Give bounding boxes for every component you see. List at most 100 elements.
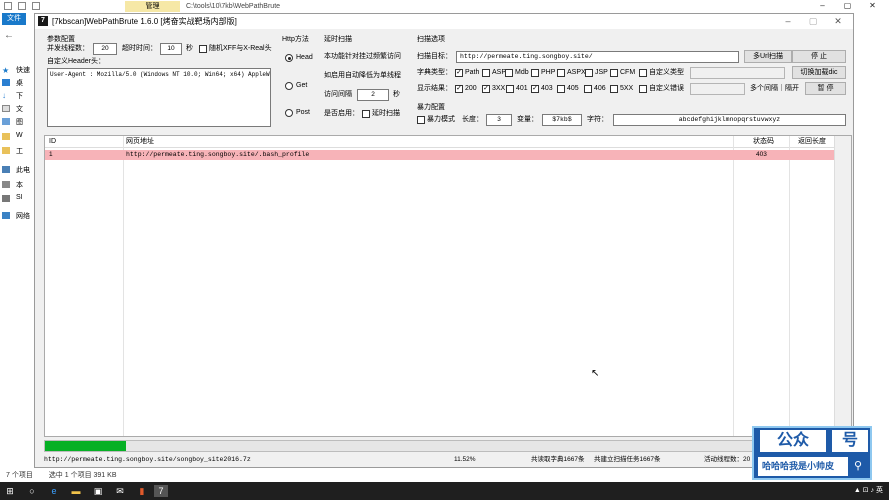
result-types-checkbox-0[interactable]	[455, 85, 463, 93]
store-icon[interactable]: ▣	[92, 485, 104, 497]
watermark-bottom: 哈哈哈我是小帅皮 ⚲	[758, 457, 868, 476]
app-icon: 7	[38, 16, 48, 26]
mouse-cursor-icon: ↖	[591, 368, 600, 379]
star-icon: ★	[2, 66, 10, 75]
pause-button[interactable]: 暂 停	[805, 82, 846, 95]
result-types-checkbox-3[interactable]	[531, 85, 539, 93]
dict-types-label-5: JSP	[595, 69, 608, 76]
dict-types-checkbox-4[interactable]	[557, 69, 565, 77]
watermark-top: 公众 号	[760, 430, 868, 452]
target-input[interactable]: http://permeate.ting.songboy.site/	[456, 51, 739, 63]
brute-mode-checkbox[interactable]	[417, 116, 425, 124]
stop-button[interactable]: 停 止	[792, 50, 846, 63]
dict-types-checkbox-7[interactable]	[639, 69, 647, 77]
column-status[interactable]: 状态码	[753, 137, 774, 147]
maximize-icon[interactable]: ▢	[835, 0, 860, 12]
random-xff-label: 随机XFF与X-Real头	[209, 45, 272, 52]
result-types-label-6: 5XX	[620, 85, 634, 92]
table-row[interactable]: 1 http://permeate.ting.songboy.site/.bas…	[45, 150, 834, 160]
file-tab[interactable]: 文件	[2, 13, 26, 25]
params-group-label: 参数配置	[47, 36, 75, 43]
pictures-icon	[2, 118, 10, 125]
result-types-label-2: 401	[516, 85, 528, 92]
result-types-label-1: 3XX	[492, 85, 506, 92]
method-get-label: Get	[296, 82, 308, 89]
folder-icon[interactable]: ▬	[70, 485, 82, 497]
app-icon[interactable]: ▮	[136, 485, 148, 497]
variable-input[interactable]: $7kb$	[542, 114, 582, 126]
wechat-watermark: 公众 号 哈哈哈我是小帅皮 ⚲	[752, 426, 872, 480]
charset-input[interactable]: abcdefghijklmnopqrstuvwxyz	[613, 114, 846, 126]
result-types-checkbox-5[interactable]	[584, 85, 592, 93]
result-types-checkbox-7[interactable]	[639, 85, 647, 93]
dict-types-checkbox-5[interactable]	[585, 69, 593, 77]
download-icon: ↓	[2, 91, 6, 100]
header-textarea[interactable]: User-Agent : Mozilla/5.0 (Windows NT 10.…	[47, 68, 271, 127]
switch-dict-button[interactable]: 切换加载dic	[792, 66, 846, 79]
table-scrollbar[interactable]	[834, 136, 851, 436]
properties-icon[interactable]	[18, 2, 26, 10]
result-types-label-7: 自定义错误	[649, 85, 684, 92]
new-folder-icon[interactable]	[32, 2, 40, 10]
column-url[interactable]: 网页地址	[126, 137, 154, 147]
scan-group-label: 扫描选项	[417, 36, 445, 43]
delay-enable-checkbox[interactable]	[362, 110, 370, 118]
interval-unit: 秒	[393, 91, 400, 98]
multi-url-button[interactable]: 多Url扫描	[744, 50, 792, 63]
table-header: ID 网页地址 状态码 返回长度	[45, 136, 851, 148]
dict-types-checkbox-0[interactable]	[455, 69, 463, 77]
column-length[interactable]: 返回长度	[798, 137, 826, 147]
dict-types-checkbox-6[interactable]	[610, 69, 618, 77]
custom-error-input[interactable]	[690, 83, 745, 95]
radio-post[interactable]	[285, 109, 293, 117]
timeout-unit: 秒	[186, 45, 193, 52]
interval-input[interactable]: 2	[357, 89, 389, 101]
selection-info: 选中 1 个项目 391 KB	[48, 472, 117, 479]
search-icon[interactable]: ○	[26, 485, 38, 497]
minimize-icon[interactable]: –	[810, 0, 835, 12]
method-head-label: Head	[296, 54, 313, 61]
result-types-label-0: 200	[465, 85, 477, 92]
radio-get[interactable]	[285, 82, 293, 90]
start-icon[interactable]: ⊞	[4, 485, 16, 497]
interval-label: 访问间隔	[324, 91, 352, 98]
results-table: ID 网页地址 状态码 返回长度 1 http://permeate.ting.…	[44, 135, 852, 437]
edge-icon[interactable]: e	[48, 485, 60, 497]
quick-access-icon[interactable]	[4, 2, 12, 10]
dict-types-checkbox-2[interactable]	[505, 69, 513, 77]
radio-head[interactable]	[285, 54, 293, 62]
scan-progress-bar	[44, 440, 852, 452]
back-arrow-icon[interactable]: ←	[4, 30, 14, 41]
row-url: http://permeate.ting.songboy.site/.bash_…	[126, 151, 310, 158]
result-types-checkbox-6[interactable]	[610, 85, 618, 93]
manage-tab[interactable]: 管理	[125, 1, 180, 12]
column-id[interactable]: ID	[49, 137, 56, 147]
result-types-label-4: 405	[567, 85, 579, 92]
close-icon[interactable]: ✕	[826, 15, 850, 28]
webpathbrute-taskbar-icon[interactable]: 7	[154, 485, 168, 497]
minimize-icon[interactable]: –	[776, 15, 800, 28]
close-icon[interactable]: ✕	[860, 0, 885, 12]
tasks-status: 共建立扫描任务1667条	[594, 456, 661, 463]
this-pc-icon	[2, 166, 10, 173]
dict-types-checkbox-1[interactable]	[482, 69, 490, 77]
threads-status: 活动线程数：20	[704, 456, 751, 463]
result-types-checkbox-1[interactable]	[482, 85, 490, 93]
length-input[interactable]: 3	[486, 114, 512, 126]
maximize-icon[interactable]: ▢	[801, 15, 825, 28]
timeout-input[interactable]: 10	[160, 43, 182, 55]
webpathbrute-window: 7 [7kbscan]WebPathBrute 1.6.0 [烤奋实战靶场内部版…	[34, 13, 854, 468]
dict-type-label: 字典类型：	[417, 69, 452, 76]
threads-input[interactable]: 20	[93, 43, 117, 55]
random-xff-checkbox[interactable]	[199, 45, 207, 53]
search-icon: ⚲	[848, 457, 868, 476]
dict-types-checkbox-3[interactable]	[531, 69, 539, 77]
result-types-checkbox-4[interactable]	[557, 85, 565, 93]
timeout-label: 超时时间：	[122, 45, 157, 52]
custom-dict-input[interactable]	[690, 67, 785, 79]
watermark-account: 哈哈哈我是小帅皮	[762, 461, 835, 471]
documents-icon	[2, 105, 10, 112]
result-types-checkbox-2[interactable]	[506, 85, 514, 93]
mail-icon[interactable]: ✉	[114, 485, 126, 497]
length-label: 长度：	[462, 116, 483, 123]
